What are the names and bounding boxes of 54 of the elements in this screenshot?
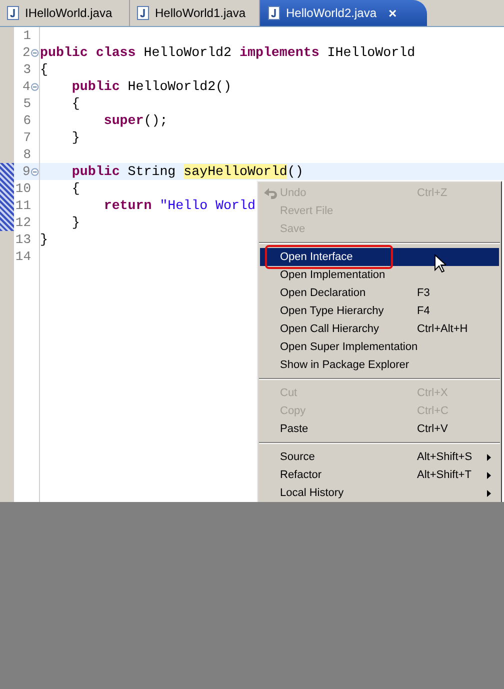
code-line: } [70,129,80,146]
line-number: 6 [22,112,31,130]
java-file-icon [137,6,149,20]
code-line: } [70,214,80,231]
menu-item[interactable]: Paste Ctrl+V [260,420,499,438]
menu-item[interactable]: Source Alt+Shift+S [260,448,499,466]
code-line: return "Hello World [102,197,256,214]
line-number: 8 [22,146,31,164]
line-number: 1 [22,27,31,45]
line-number: 5 [22,94,31,113]
fold-icon[interactable] [31,82,39,90]
line-number: 9 [22,162,30,181]
code-line: } [40,231,48,248]
line-number: 12 [15,214,31,232]
editor-tab[interactable]: IHelloWorld.java [0,0,130,26]
submenu-arrow-icon [487,490,491,496]
menu-item[interactable]: Open Super Implementation [260,338,499,356]
line-number: 10 [15,180,31,198]
code-line: public HelloWorld2() [70,78,232,95]
submenu-arrow-icon [487,454,491,460]
line-number: 2 [22,44,30,62]
mouse-cursor-icon [434,254,446,273]
fold-icon[interactable] [31,168,39,176]
code-line: { [70,95,80,112]
java-file-icon [268,6,280,20]
code-line: public String sayHelloWorld() [70,163,304,180]
java-file-icon [7,6,19,20]
occurrence-marker [0,214,14,231]
code-line: public class HelloWorld2 implements IHelloWorld [40,44,416,61]
editor-tab[interactable]: HelloWorld2.java × [260,0,427,26]
code-line: super(); [102,112,168,129]
undo-arrow-icon [263,187,277,199]
line-number: 13 [15,230,31,249]
menu-item[interactable]: Open Implementation [260,266,499,284]
menu-item[interactable]: Open Type Hierarchy F4 [260,302,499,320]
code-line: { [40,61,48,78]
menu-item[interactable]: Show in Package Explorer [260,356,499,374]
line-number: 4 [22,78,30,96]
close-icon[interactable]: × [388,6,397,20]
line-number: 14 [15,248,31,266]
occurrence-marker [0,163,14,180]
occurrence-marker [0,197,14,214]
menu-item[interactable]: Open Interface [260,248,499,266]
menu-item[interactable]: Open Declaration F3 [260,284,499,302]
line-number: 3 [22,60,31,79]
menu-item[interactable]: Refactor Alt+Shift+T [260,466,499,484]
submenu-arrow-icon [487,472,491,478]
code-line: { [70,180,80,197]
line-number: 7 [22,128,31,147]
line-number: 11 [15,196,31,215]
occurrence-marker [0,180,14,197]
fold-icon[interactable] [31,48,39,56]
menu-item[interactable]: Local History [260,484,499,502]
menu-item[interactable]: Open Call Hierarchy Ctrl+Alt+H [260,320,499,338]
